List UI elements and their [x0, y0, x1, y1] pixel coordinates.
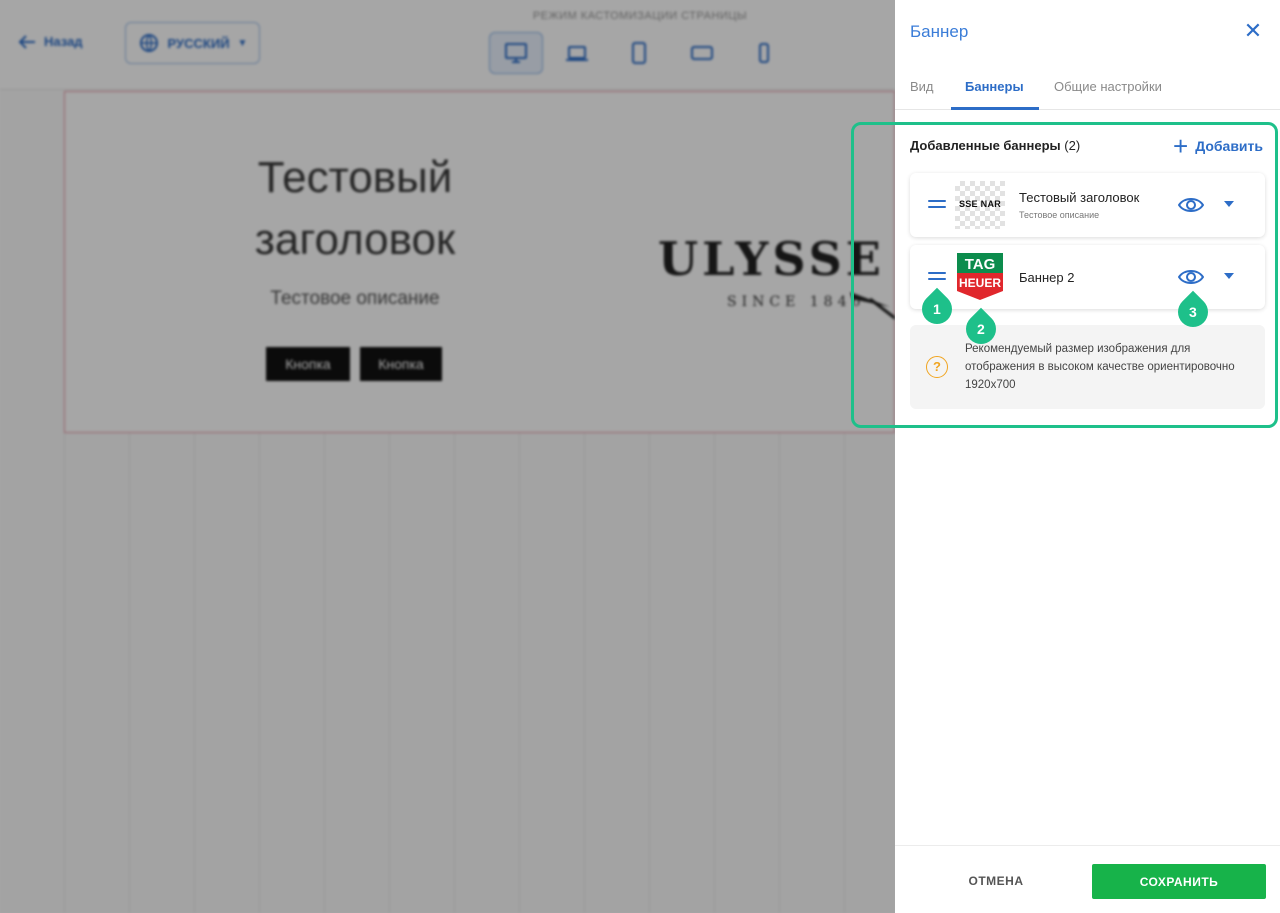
- image-size-tip: ? Рекомендуемый размер изображения для о…: [910, 325, 1265, 409]
- banner-list-item[interactable]: TAG HEUER Баннер 2: [910, 245, 1265, 309]
- plus-icon: +: [1173, 131, 1189, 161]
- cancel-button[interactable]: ОТМЕНА: [951, 874, 1041, 888]
- tab-view[interactable]: Вид: [910, 79, 934, 94]
- banner-title: Тестовый заголовок: [1019, 190, 1140, 205]
- save-button[interactable]: СОХРАНИТЬ: [1092, 864, 1266, 899]
- banner-subtitle: Тестовое описание: [1019, 210, 1100, 220]
- banner-thumbnail-text: SSE NAR: [958, 199, 1002, 209]
- panel-footer: ОТМЕНА СОХРАНИТЬ: [895, 845, 1280, 913]
- active-tab-indicator: [951, 107, 1039, 110]
- tag-heuer-bottom-text: HEUER: [959, 276, 1001, 290]
- add-banner-button[interactable]: + Добавить: [1173, 131, 1263, 161]
- banner-settings-panel: Баннер ✕ Вид Баннеры Общие настройки Доб…: [895, 0, 1280, 913]
- modal-backdrop[interactable]: [0, 0, 895, 913]
- drag-handle-icon[interactable]: [928, 200, 946, 210]
- drag-handle-icon[interactable]: [928, 272, 946, 282]
- panel-tabs: Вид Баннеры Общие настройки: [895, 66, 1280, 110]
- tab-general-settings[interactable]: Общие настройки: [1054, 79, 1162, 94]
- tag-heuer-top-text: TAG: [965, 256, 996, 273]
- image-size-tip-text: Рекомендуемый размер изображения для ото…: [965, 343, 1235, 391]
- tag-heuer-logo: TAG HEUER: [957, 253, 1003, 300]
- banner-thumbnail: TAG HEUER: [955, 253, 1005, 301]
- banner-thumbnail: SSE NAR: [955, 181, 1005, 229]
- added-banners-count: (2): [1064, 138, 1081, 153]
- banner-list-item[interactable]: SSE NAR Тестовый заголовок Тестовое опис…: [910, 173, 1265, 237]
- close-icon[interactable]: ✕: [1242, 20, 1264, 42]
- caret-down-icon[interactable]: [1223, 200, 1235, 208]
- panel-title: Баннер: [910, 22, 969, 41]
- added-banners-heading: Добавленные баннеры (2): [910, 138, 1080, 153]
- tab-banners[interactable]: Баннеры: [965, 79, 1024, 94]
- added-banners-title: Добавленные баннеры: [910, 138, 1061, 153]
- question-icon: ?: [926, 356, 948, 378]
- caret-down-icon[interactable]: [1223, 272, 1235, 280]
- add-banner-label: Добавить: [1195, 138, 1263, 154]
- banner-title: Баннер 2: [1019, 270, 1075, 285]
- eye-icon[interactable]: [1178, 195, 1204, 215]
- eye-icon[interactable]: [1178, 267, 1204, 287]
